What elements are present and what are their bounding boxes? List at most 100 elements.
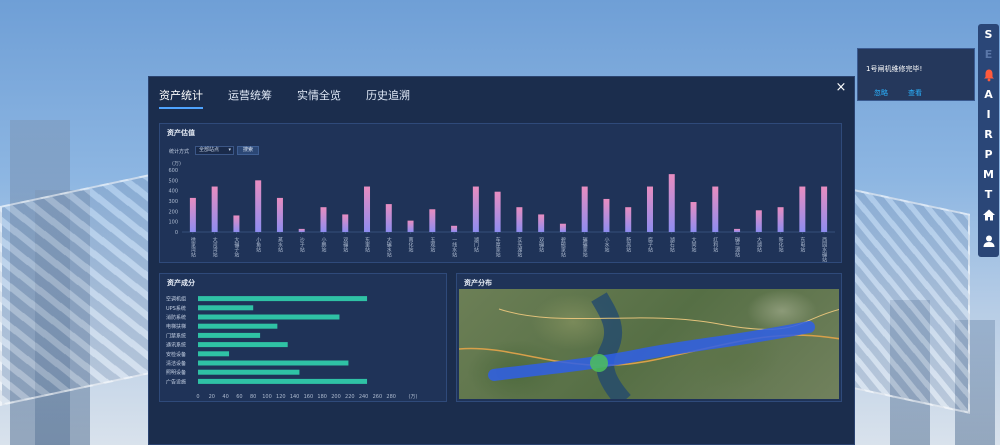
bar[interactable] <box>276 197 283 232</box>
toolbar-a-button[interactable]: A <box>978 86 999 104</box>
tab-history[interactable]: 历史追溯 <box>366 85 410 109</box>
y-category-label: 照明设备 <box>166 369 186 376</box>
bar[interactable] <box>668 174 675 232</box>
y-tick-label: 300 <box>168 199 178 205</box>
bar[interactable] <box>298 228 305 232</box>
bar[interactable] <box>429 209 436 232</box>
y-tick-label: 600 <box>168 168 178 174</box>
bar[interactable] <box>233 215 240 232</box>
panel-title: 资产分布 <box>464 279 492 287</box>
x-category-label: 小鹏站 <box>320 236 326 253</box>
tab-operations[interactable]: 运营统筹 <box>228 85 272 109</box>
view-button[interactable]: 查看 <box>908 88 922 98</box>
x-tick-label: 240 <box>359 394 369 400</box>
bar[interactable] <box>385 204 392 232</box>
y-category-label: 通讯系统 <box>166 342 186 349</box>
x-category-label: 东电站 <box>799 236 805 253</box>
bar[interactable] <box>198 360 349 366</box>
bar[interactable] <box>646 186 653 232</box>
bar[interactable] <box>690 202 697 232</box>
toolbar-user-button[interactable] <box>978 232 999 250</box>
x-category-label: 新高站 <box>625 236 631 253</box>
bar[interactable] <box>755 210 762 232</box>
x-tick-label: 220 <box>345 394 355 400</box>
bar[interactable] <box>198 378 368 384</box>
x-category-label: 湖石站 <box>669 236 675 253</box>
bar[interactable] <box>581 186 588 232</box>
bar[interactable] <box>516 207 523 232</box>
bar[interactable] <box>342 214 349 232</box>
asset-valuation-panel: 资产估值 统计方式 全部站点 ▾ 搜索 (万) 600 500 400 300 200 10… <box>159 123 842 263</box>
bar[interactable] <box>799 186 806 232</box>
search-button[interactable]: 搜索 <box>237 146 259 155</box>
filter-value: 全部站点 <box>199 147 220 153</box>
y-tick-label: 400 <box>168 189 178 195</box>
x-category-label: 大湖站 <box>756 236 762 253</box>
x-tick-label: 40 <box>222 394 228 400</box>
bar[interactable] <box>407 220 414 232</box>
tab-overview[interactable]: 实情全览 <box>297 85 341 109</box>
bar[interactable] <box>211 186 218 232</box>
x-category-label: 碾兰湖站 <box>734 237 740 258</box>
ignore-button[interactable]: 忽略 <box>874 88 888 98</box>
y-category-label: 空调机组 <box>166 296 186 303</box>
close-button[interactable]: × <box>834 81 848 95</box>
bell-icon <box>983 69 994 82</box>
bar[interactable] <box>451 225 458 232</box>
bar[interactable] <box>198 332 261 338</box>
bar[interactable] <box>538 214 545 232</box>
bar[interactable] <box>821 186 828 232</box>
toolbar-t-button[interactable]: T <box>978 186 999 204</box>
x-category-label: 腐子站 <box>647 236 653 253</box>
bar[interactable] <box>198 351 230 357</box>
toolbar-bell-button[interactable] <box>978 66 999 84</box>
x-category-label: 互光湖站 <box>516 237 522 258</box>
bar[interactable] <box>198 305 254 311</box>
x-category-label: 东里站 <box>364 236 370 253</box>
x-category-label: 一线水站 <box>451 237 457 258</box>
asset-distribution-panel: 资产分布 <box>456 273 842 402</box>
toolbar-e-button[interactable]: E <box>978 46 999 64</box>
bar[interactable] <box>198 296 368 302</box>
bar[interactable] <box>255 180 262 232</box>
station-marker[interactable] <box>590 354 608 372</box>
bar[interactable] <box>494 191 501 232</box>
station-filter-select[interactable]: 全部站点 ▾ <box>195 146 234 155</box>
satellite-map[interactable] <box>459 289 839 399</box>
asset-modal: 资产统计 运营统筹 实情全览 历史追溯 × 资产估值 统计方式 全部站点 ▾ 搜… <box>148 76 855 445</box>
y-tick-label: 500 <box>168 178 178 184</box>
toolbar-home-button[interactable] <box>978 206 999 224</box>
toolbar-p-button[interactable]: P <box>978 146 999 164</box>
bar[interactable] <box>603 198 610 232</box>
bar[interactable] <box>734 228 741 232</box>
y-category-label: 广告设施 <box>166 378 186 385</box>
bar[interactable] <box>198 314 340 320</box>
bar[interactable] <box>777 207 784 232</box>
tab-bar: 资产统计 运营统筹 实情全览 历史追溯 <box>159 85 410 109</box>
toolbar-m-button[interactable]: M <box>978 166 999 184</box>
background-structure <box>840 186 970 414</box>
toolbar-s-button[interactable]: S <box>978 26 999 44</box>
route-line <box>488 321 815 381</box>
bar[interactable] <box>364 186 371 232</box>
y-category-label: 清洁设备 <box>166 360 186 367</box>
bar[interactable] <box>189 197 196 232</box>
x-category-label: 南化站 <box>408 236 414 253</box>
x-category-label: 大碾水站 <box>386 236 392 258</box>
bar[interactable] <box>712 186 719 232</box>
bar[interactable] <box>472 186 479 232</box>
notification-popup: 1号闸机维修完毕! 忽略 查看 <box>857 48 975 101</box>
bar[interactable] <box>198 342 288 348</box>
toolbar-i-button[interactable]: I <box>978 106 999 124</box>
tab-asset-statistics[interactable]: 资产统计 <box>159 85 203 109</box>
bar[interactable] <box>559 223 566 232</box>
bar[interactable] <box>198 369 300 375</box>
bar[interactable] <box>625 207 632 232</box>
x-tick-label: 0 <box>196 394 199 400</box>
bar[interactable] <box>198 323 278 329</box>
x-category-label: 小鱼站 <box>255 236 261 253</box>
y-tick-label: 100 <box>168 220 178 226</box>
toolbar-r-button[interactable]: R <box>978 126 999 144</box>
bar[interactable] <box>320 207 327 232</box>
x-axis-unit: (万) <box>409 394 418 400</box>
